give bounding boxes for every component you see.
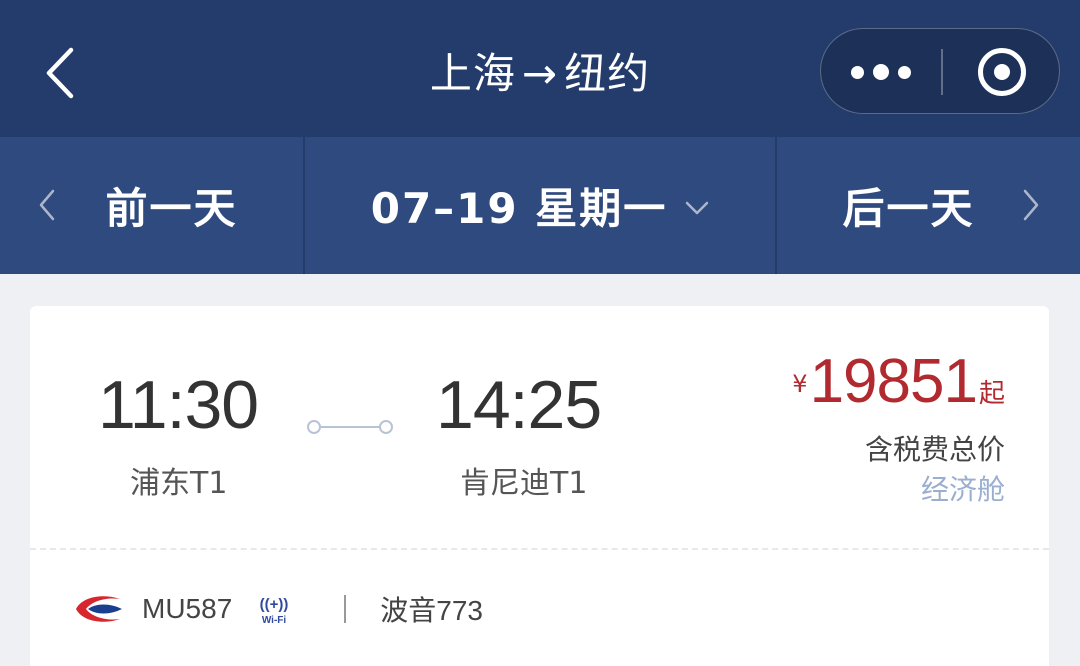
next-day-label: 后一天: [842, 184, 975, 233]
price-amount: 19851: [809, 347, 978, 416]
wifi-icon: ((+)) Wi-Fi: [260, 596, 289, 626]
more-button[interactable]: [821, 29, 941, 115]
prev-day-button[interactable]: 前一天: [0, 137, 303, 274]
departure-airport: 浦东T1: [130, 466, 228, 501]
next-day-button[interactable]: 后一天: [777, 137, 1080, 274]
wifi-symbol: ((+)): [260, 596, 289, 613]
flight-info-row: MU587 ((+)) Wi-Fi 波音773: [74, 584, 483, 634]
more-dots-icon: [851, 65, 864, 79]
route-line-icon: [307, 420, 393, 434]
cabin-class: 经济舱: [920, 473, 1005, 506]
currency-symbol: ¥: [792, 370, 808, 398]
chevron-down-icon: [686, 201, 709, 214]
close-miniprogram-button[interactable]: [942, 29, 1061, 115]
current-date-label: 07–19 星期一: [370, 184, 668, 233]
card-divider: [30, 548, 1049, 550]
miniprogram-capsule: [820, 28, 1060, 114]
chevron-left-icon: [39, 189, 55, 221]
more-dots-icon-center: [873, 64, 889, 80]
date-nav-bar: 前一天 07–19 星期一 后一天: [0, 137, 1080, 274]
price-suffix: 起: [978, 379, 1005, 409]
top-nav-bar: 上海 → 纽约: [0, 0, 1080, 137]
price: ¥19851起: [792, 346, 1005, 417]
flight-card[interactable]: 11:30 浦东T1 14:25 肯尼迪T1 ¥19851起 含税费总价 经济舱…: [30, 306, 1049, 666]
record-target-icon: [977, 48, 1026, 96]
arrival-airport: 肯尼迪T1: [460, 466, 588, 501]
title-destination: 纽约: [564, 49, 651, 98]
title-arrow: →: [521, 49, 559, 98]
record-target-core: [993, 64, 1010, 80]
wifi-text: Wi-Fi: [262, 615, 287, 626]
china-eastern-logo-icon: [76, 596, 122, 622]
more-dots-icon-right: [898, 65, 911, 79]
date-picker-button[interactable]: 07–19 星期一: [305, 137, 775, 274]
prev-day-label: 前一天: [105, 184, 238, 233]
title-origin: 上海: [429, 49, 516, 98]
aircraft-type: 波音773: [380, 595, 483, 626]
info-separator: [344, 595, 347, 623]
chevron-right-icon: [1023, 189, 1039, 221]
departure-time: 11:30: [98, 367, 259, 443]
flight-number: MU587: [142, 593, 233, 624]
arrival-time: 14:25: [436, 367, 602, 443]
tax-note: 含税费总价: [864, 433, 1005, 466]
